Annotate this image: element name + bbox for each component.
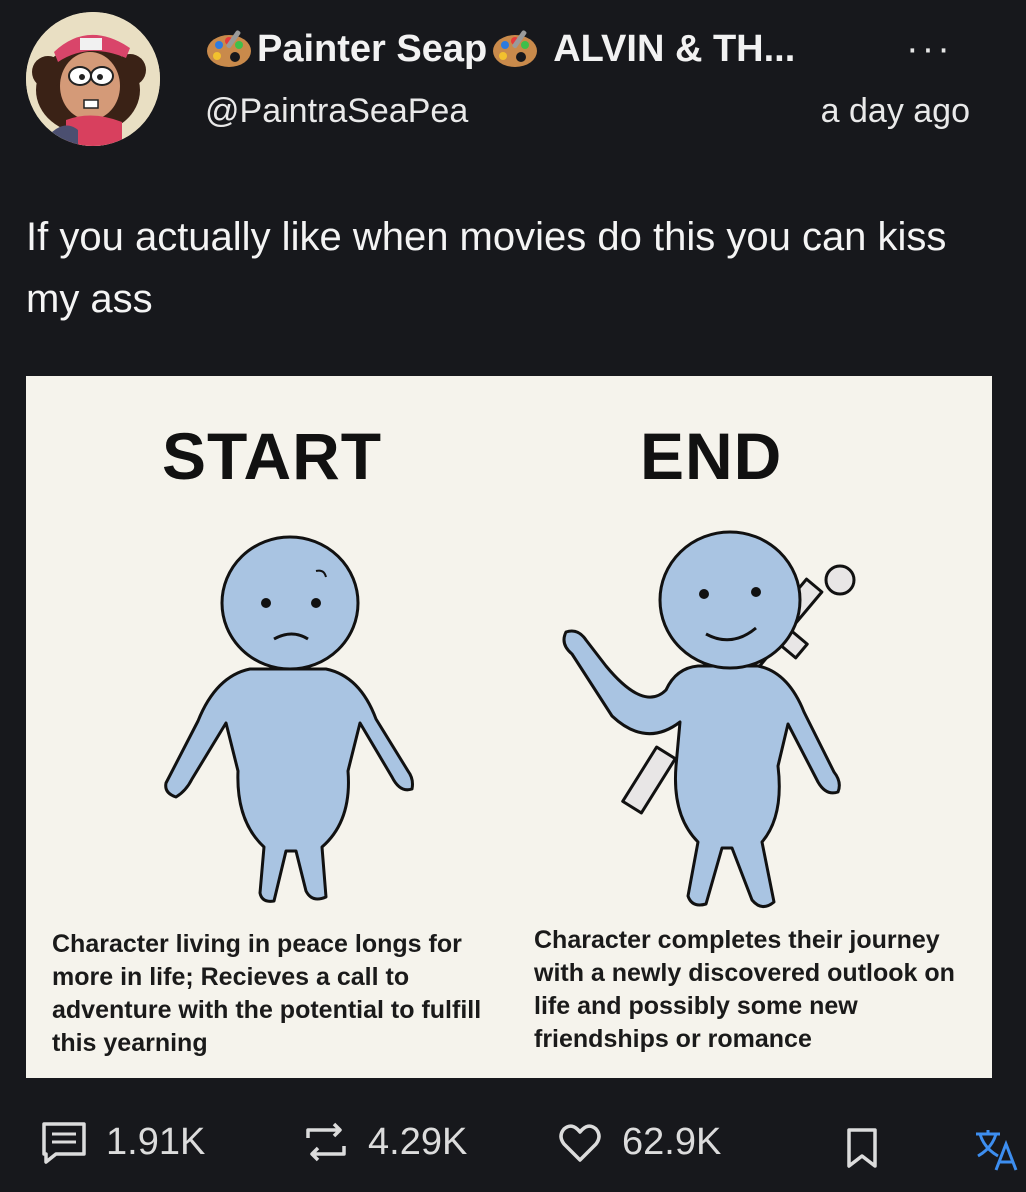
author-display-name: Painter Seap (257, 27, 488, 70)
artist-palette-icon (207, 30, 251, 67)
end-caption: Character completes their journey with a… (534, 926, 955, 1053)
artist-palette-icon (493, 30, 538, 67)
like-button[interactable]: 62.9K (556, 1120, 721, 1164)
post-text: If you actually like when movies do this… (26, 215, 947, 321)
repost-button[interactable]: 4.29K (302, 1120, 467, 1164)
comment-icon (42, 1122, 86, 1164)
comment-count: 1.91K (106, 1120, 206, 1163)
post-image[interactable]: START END Character living in peace long… (26, 376, 992, 1078)
heart-icon (559, 1124, 601, 1162)
author-name-row[interactable]: Painter Seap ALVIN & TH... (205, 24, 795, 74)
bookmark-icon[interactable] (842, 1126, 882, 1170)
cartoon-avatar-icon (26, 12, 160, 146)
start-caption: Character living in peace longs for more… (52, 930, 482, 1057)
end-character-figure (562, 530, 856, 908)
repost-count: 4.29K (368, 1120, 468, 1163)
end-label: END (640, 419, 783, 493)
repost-icon (306, 1122, 346, 1162)
post-timestamp: a day ago (820, 92, 970, 130)
start-label: START (162, 419, 383, 493)
like-count: 62.9K (622, 1120, 722, 1163)
action-bar: 1.91K 4.29K 62.9K (0, 1112, 1026, 1178)
comment-button[interactable]: 1.91K (40, 1120, 205, 1164)
translate-icon[interactable] (972, 1126, 1020, 1172)
more-options-icon[interactable]: ··· (906, 28, 953, 71)
start-character-figure (164, 535, 414, 903)
author-avatar[interactable] (26, 12, 160, 146)
author-display-name-suffix: ALVIN & TH... (553, 27, 796, 70)
post-header: Painter Seap ALVIN & TH... ··· @PaintraS… (0, 0, 1026, 160)
author-handle[interactable]: @PaintraSeaPea (205, 92, 468, 131)
